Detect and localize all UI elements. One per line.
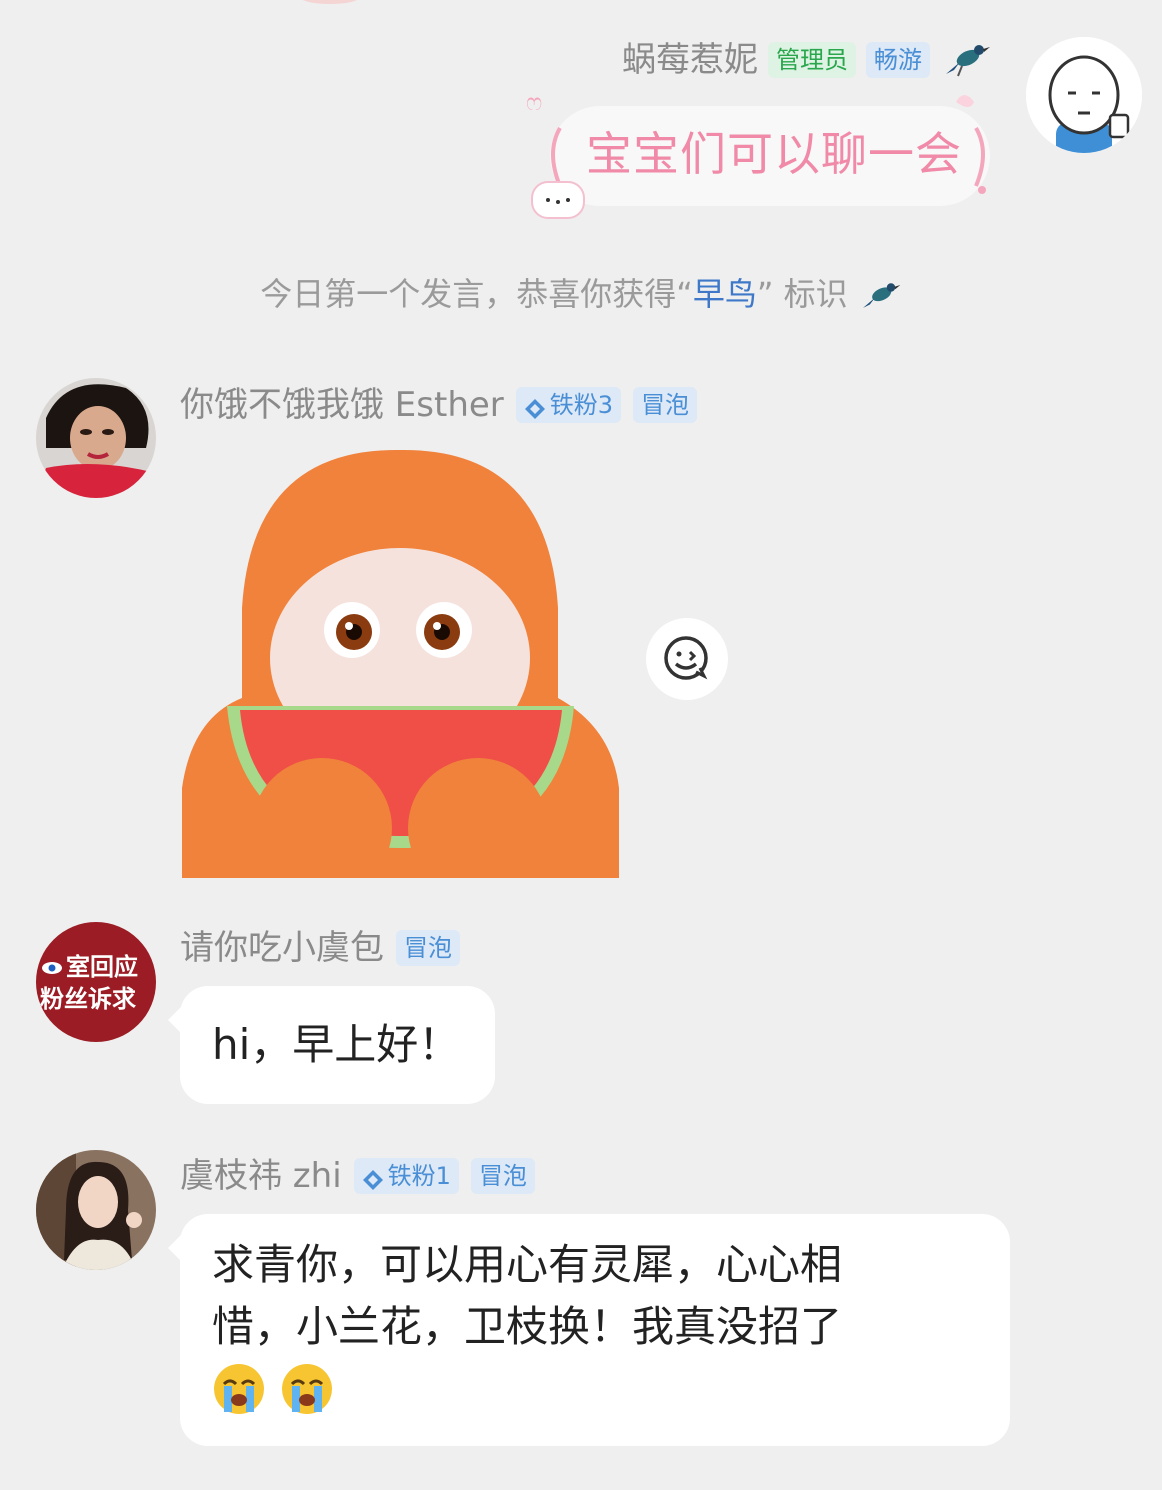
tag-maopao: 冒泡 [633, 387, 698, 423]
emoji-add-icon [664, 636, 708, 680]
bubble-tail [168, 1006, 182, 1034]
message-text-line2: 惜，小兰花，卫枝换！我真没招了 [212, 1302, 843, 1351]
fan-badge: 铁粉1 [353, 1158, 459, 1194]
crying-face-icon [212, 1362, 266, 1416]
tag-changyou: 畅游 [866, 42, 930, 78]
add-sticker-button[interactable] [646, 618, 728, 700]
top-partial-element [300, 0, 360, 4]
notice-quote-close: ” [756, 275, 774, 313]
user-photo-avatar-icon [36, 1150, 156, 1270]
avatar-text-line1: 室回应 [66, 953, 138, 981]
avatar-self[interactable] [1026, 37, 1142, 153]
username[interactable]: 蜗莓惹妮 [622, 40, 758, 80]
message-text: hi，早上好！ [212, 1020, 461, 1069]
message-bubble[interactable]: 求青你，可以用心有灵犀，心心相 惜，小兰花，卫枝换！我真没招了 [168, 1214, 1010, 1446]
system-notice: 今日第一个发言，恭喜你获得“早鸟” 标识 [0, 272, 1162, 316]
fan-badge: 铁粉3 [515, 387, 622, 423]
fan-badge-label: 铁粉1 [387, 1162, 451, 1190]
notice-prefix: 今日第一个发言，恭喜你获得 [260, 275, 677, 313]
user-photo-avatar-icon [36, 378, 156, 498]
crying-face-icon [280, 1362, 334, 1416]
bubble-tail [168, 1234, 182, 1262]
avatar-zhi[interactable] [36, 1150, 156, 1270]
username[interactable]: 虞枝祎 zhi [180, 1156, 342, 1196]
message-text-line1: 求青你，可以用心有灵犀，心心相 [212, 1240, 843, 1289]
message-header-self: 蜗莓惹妮 管理员 畅游 [622, 40, 992, 80]
message-header-xiaoyubao: 请你吃小虞包 冒泡 [180, 928, 460, 968]
message-bubble[interactable]: hi，早上好！ [168, 986, 495, 1104]
notice-highlight: 早鸟 [692, 275, 757, 313]
diamond-icon [524, 394, 546, 419]
pink-bubble[interactable]: ෆ 宝宝们可以聊一会 [520, 82, 1005, 222]
fan-badge-label: 铁粉3 [549, 391, 614, 419]
sticker-image[interactable] [182, 448, 619, 898]
message-emoji-row [212, 1362, 978, 1416]
avatar-xiaoyubao[interactable]: 室回应 粉丝诉求 [36, 922, 156, 1042]
tag-maopao: 冒泡 [396, 930, 460, 966]
svg-text:ෆ: ෆ [526, 88, 542, 116]
notice-quote-open: “ [676, 275, 693, 313]
message-header-esther: 你饿不饿我饿 Esther 铁粉3 冒泡 [180, 385, 698, 425]
avatar-text-line2: 粉丝诉求 [40, 985, 136, 1013]
username[interactable]: 你饿不饿我饿 Esther [180, 385, 504, 425]
eye-logo-icon [42, 962, 62, 974]
avatar-esther[interactable] [36, 378, 156, 498]
username[interactable]: 请你吃小虞包 [180, 928, 384, 968]
message-header-zhi: 虞枝祎 zhi 铁粉1 冒泡 [180, 1156, 535, 1196]
orange-monster-watermelon-icon [182, 449, 619, 898]
diamond-icon [362, 1165, 384, 1190]
pink-bubble-text: 宝宝们可以聊一会 [586, 127, 962, 181]
bird-badge-icon [940, 40, 992, 80]
bird-badge-icon [858, 279, 902, 313]
cartoon-face-avatar-icon [1026, 37, 1142, 153]
notice-suffix: 标识 [783, 275, 848, 313]
admin-tag: 管理员 [768, 42, 856, 78]
tag-maopao: 冒泡 [470, 1158, 535, 1194]
